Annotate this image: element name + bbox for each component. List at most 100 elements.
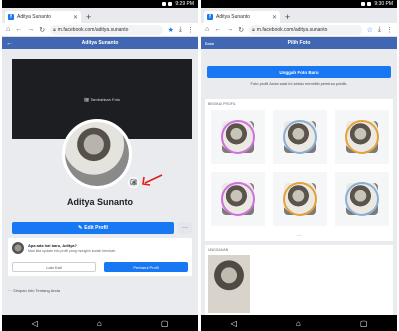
menu-dots-icon[interactable]: ⋮ [386,26,393,34]
header-title: Aditya Sunanto [81,40,119,46]
header-title: Pilih Foto [287,40,311,46]
reload-icon[interactable]: ↻ [39,26,45,34]
photo-option[interactable] [273,172,327,226]
right-screenshot: 9:30 PM f Aditya Sunanto ✕ + ⌂ ← → ↻ 🔒︎ … [201,0,397,331]
new-tab-icon[interactable]: + [86,11,91,23]
browser-tab[interactable]: f Aditya Sunanto ✕ [5,11,81,23]
photo-thumbnail [221,120,255,154]
profile-frames-section: BINGKAI PROFIL ··· [205,99,393,241]
tab-title: Aditya Sunanto [216,14,250,20]
android-navbar: ◁ ⌂ ▢ [201,315,397,331]
forward-arrow-icon[interactable]: → [27,26,34,33]
download-icon[interactable]: ⤓ [179,26,182,34]
profile-page: 📷︎ Tambahkan Foto 📷︎ Aditya Sunanto ✎ Ed… [2,49,198,315]
status-time: 9:29 PM [175,1,194,7]
red-arrow-annotation [142,174,163,186]
nav-recents-icon[interactable]: ▢ [161,319,169,328]
upload-new-photo-button[interactable]: Unggah Foto Baru [207,66,391,78]
photo-option[interactable] [211,172,265,226]
close-tab-icon[interactable]: ✕ [73,14,78,21]
pencil-icon: ✎ [78,225,83,231]
status-time: 9:30 PM [374,1,393,7]
change-profile-picture-button[interactable]: 📷︎ [128,177,139,188]
photo-option[interactable] [211,110,265,164]
wifi-icon [361,2,366,6]
back-arrow-icon[interactable]: ← [214,26,221,33]
url-text: m.facebook.com/aditya.sunanto [256,26,328,33]
camera-icon: 📷︎ [129,180,138,186]
left-screenshot: 9:29 PM f Aditya Sunanto ✕ + ⌂ ← → ↻ 🔒︎ … [2,0,198,331]
uploads-section: UNGGAHAN [205,245,393,315]
android-navbar: ◁ ⌂ ▢ [2,315,198,331]
later-button[interactable]: Lain Kali [12,262,96,272]
browser-tab[interactable]: f Aditya Sunanto ✕ [204,11,280,23]
photo-grid [211,110,389,226]
fb-header: ← Aditya Sunanto [2,37,198,49]
update-profile-button[interactable]: Perbarui Profil [104,262,188,272]
browser-tabbar: f Aditya Sunanto ✕ + [201,8,397,23]
photo-option[interactable] [335,110,389,164]
tab-title: Aditya Sunanto [17,14,51,20]
browser-tabbar: f Aditya Sunanto ✕ + [2,8,198,23]
url-field[interactable]: 🔒︎ m.facebook.com/aditya.sunanto [50,24,163,35]
profile-photo-image [65,122,129,186]
facebook-favicon-icon: f [207,14,213,20]
menu-dots-icon[interactable]: ⋮ [187,26,194,34]
section-label: BINGKAI PROFIL [208,102,236,106]
nav-back-icon[interactable]: ◁ [231,319,237,328]
prompt-subtitle: Mari kita update info profil yang mungki… [28,249,117,253]
back-icon[interactable]: ← [6,40,13,47]
home-icon[interactable]: ⌂ [205,26,209,33]
add-photo-label: Tambahkan Foto [90,96,120,102]
prompt-title: Apa ada hal baru, Aditya? [28,243,77,248]
nav-recents-icon[interactable]: ▢ [360,319,368,328]
photo-option[interactable] [273,110,327,164]
home-icon[interactable]: ⌂ [6,26,10,33]
address-bar: ⌂ ← → ↻ 🔒︎ m.facebook.com/aditya.sunanto… [2,23,198,37]
url-text: m.facebook.com/aditya.sunanto [57,26,129,33]
upload-photo-thumbnail[interactable] [208,255,250,313]
cancel-link[interactable]: Batal [205,41,214,46]
url-field[interactable]: 🔒︎ m.facebook.com/aditya.sunanto [249,24,362,35]
forward-arrow-icon[interactable]: → [226,26,233,33]
close-tab-icon[interactable]: ✕ [272,14,277,21]
fb-header: Batal Pilih Foto [201,37,397,49]
profile-picture[interactable] [62,119,132,189]
section-label: UNGGAHAN [208,248,229,252]
bookmark-star-icon[interactable]: ★ [168,26,174,34]
avatar [12,242,24,254]
address-bar: ⌂ ← → ↻ 🔒︎ m.facebook.com/aditya.sunanto… [201,23,397,37]
reload-icon[interactable]: ↻ [238,26,244,34]
bookmark-star-icon[interactable]: ☆ [367,26,373,34]
nav-home-icon[interactable]: ⌂ [97,319,102,328]
status-bar: 9:30 PM [201,0,397,8]
wifi-icon [162,2,167,6]
status-bar: 9:29 PM [2,0,198,8]
see-more-dots[interactable]: ··· [205,233,393,239]
more-options-button[interactable]: ··· [178,222,192,234]
new-tab-icon[interactable]: + [285,11,290,23]
profile-name: Aditya Sunanto [66,197,133,207]
battery-icon [367,2,372,6]
facebook-favicon-icon: f [8,14,14,20]
choose-photo-page: Unggah Foto Baru Foto profil Anda saat i… [201,49,397,315]
photo-option[interactable] [335,172,389,226]
photo-thumbnail [345,182,379,216]
upload-note: Foto profil Anda saat ini selalu memilik… [250,81,348,86]
nav-back-icon[interactable]: ◁ [32,319,38,328]
nav-home-icon[interactable]: ⌂ [296,319,301,328]
save-info-label: Simpan Info Tentang Anda [13,288,60,293]
photo-thumbnail [221,182,255,216]
back-arrow-icon[interactable]: ← [15,26,22,33]
photo-thumbnail [345,120,379,154]
edit-profile-button[interactable]: ✎ Edit Profil [12,222,174,234]
photo-thumbnail [283,120,317,154]
edit-profile-label: Edit Profil [84,225,108,231]
battery-icon [168,2,173,6]
download-icon[interactable]: ⤓ [378,26,381,34]
lock-icon: 🔒︎ [252,26,255,33]
save-info-link[interactable]: ··· Simpan Info Tentang Anda [8,288,60,293]
photo-thumbnail [283,182,317,216]
profile-update-prompt: Apa ada hal baru, Aditya? Mari kita upda… [8,238,192,276]
lock-icon: 🔒︎ [53,26,56,33]
